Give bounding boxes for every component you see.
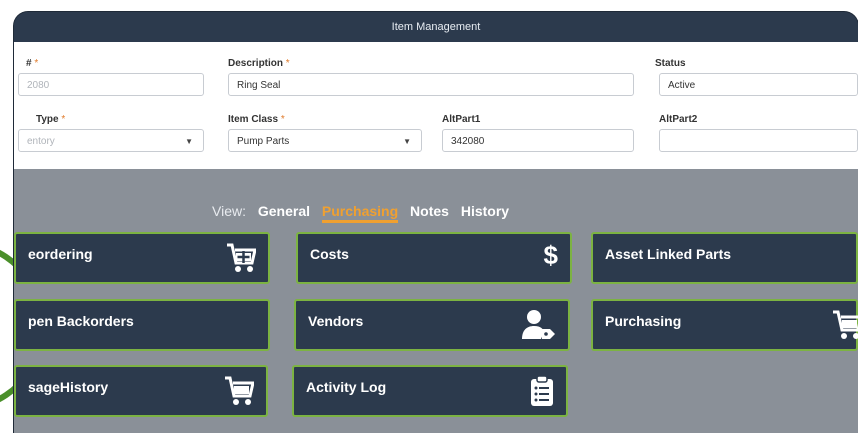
activity-log-card-label: Activity Log bbox=[306, 379, 387, 395]
usage-history-card-label: sageHistory bbox=[28, 379, 109, 395]
chevron-down-icon: ▼ bbox=[403, 137, 411, 146]
status-input[interactable]: Active bbox=[659, 73, 858, 96]
altpart2-label: AltPart2 bbox=[659, 114, 698, 125]
reordering-card-label: eordering bbox=[28, 246, 93, 262]
view-label: View: bbox=[212, 203, 246, 219]
open-backorders-card-label: pen Backorders bbox=[28, 313, 134, 329]
tab-purchasing[interactable]: Purchasing bbox=[321, 203, 399, 223]
description-input[interactable]: Ring Seal bbox=[228, 73, 634, 96]
item-class-select[interactable]: Pump Parts ▼ bbox=[228, 129, 422, 152]
activity-log-card[interactable]: Activity Log bbox=[292, 365, 568, 417]
cart-icon bbox=[225, 376, 254, 405]
tab-history[interactable]: History bbox=[461, 203, 509, 219]
tab-notes[interactable]: Notes bbox=[410, 203, 449, 219]
purchasing-panel: View: General Purchasing Notes History e… bbox=[14, 169, 858, 433]
asset-linked-parts-card[interactable]: Asset Linked Parts bbox=[591, 232, 858, 284]
vendors-card-label: Vendors bbox=[308, 313, 364, 329]
reordering-card[interactable]: eordering bbox=[14, 232, 270, 284]
type-select[interactable]: entory ▼ bbox=[18, 129, 204, 152]
purchasing-card[interactable]: Purchasing bbox=[591, 299, 858, 351]
chevron-down-icon: ▼ bbox=[185, 137, 193, 146]
item-no-label: # * bbox=[26, 58, 39, 69]
usage-history-card[interactable]: sageHistory bbox=[14, 365, 268, 417]
costs-card[interactable]: Costs $ bbox=[296, 232, 572, 284]
tab-general[interactable]: General bbox=[258, 203, 310, 219]
item-management-window: Item Management # * 2080 Description * R… bbox=[14, 12, 858, 433]
item-no-input[interactable]: 2080 bbox=[18, 73, 204, 96]
costs-card-label: Costs bbox=[310, 246, 349, 262]
vendors-card[interactable]: Vendors bbox=[294, 299, 570, 351]
altpart1-label: AltPart1 bbox=[442, 114, 481, 125]
item-class-label: Item Class * bbox=[228, 114, 285, 125]
cart-icon bbox=[833, 310, 858, 339]
item-form: # * 2080 Description * Ring Seal Status … bbox=[14, 42, 858, 169]
cart-plus-icon bbox=[227, 243, 256, 272]
status-label: Status bbox=[655, 58, 686, 69]
altpart1-input[interactable]: 342080 bbox=[442, 129, 634, 152]
asset-linked-parts-card-label: Asset Linked Parts bbox=[605, 246, 732, 262]
description-label: Description * bbox=[228, 58, 290, 69]
altpart2-input[interactable] bbox=[659, 129, 858, 152]
view-tabs: View: General Purchasing Notes History bbox=[212, 203, 517, 223]
dollar-icon: $ bbox=[543, 240, 558, 270]
open-backorders-card[interactable]: pen Backorders bbox=[14, 299, 270, 351]
window-title: Item Management bbox=[14, 12, 858, 42]
type-label: Type * bbox=[36, 114, 66, 125]
clipboard-list-icon bbox=[531, 375, 553, 406]
user-tag-icon bbox=[522, 310, 555, 339]
purchasing-card-label: Purchasing bbox=[605, 313, 682, 329]
